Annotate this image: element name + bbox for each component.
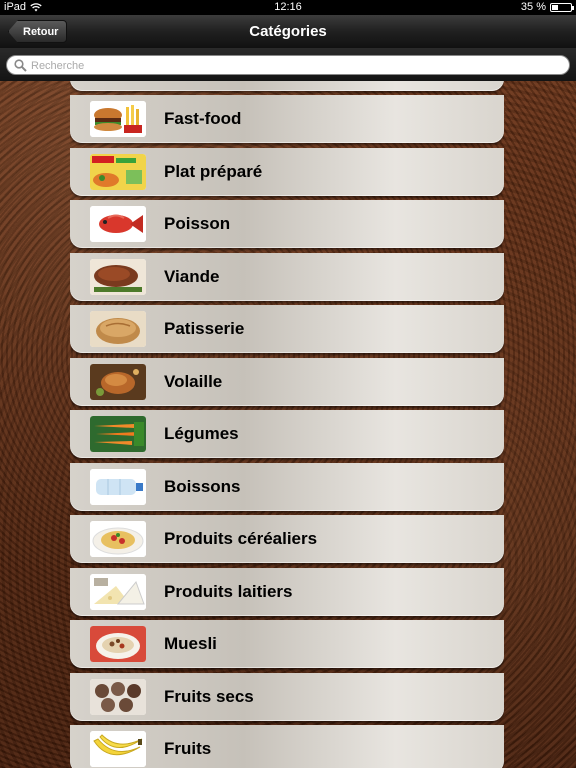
category-row[interactable]: Volaille xyxy=(70,357,504,406)
category-label: Produits laitiers xyxy=(164,581,293,601)
category-label: Boissons xyxy=(164,476,241,496)
category-label: Plat préparé xyxy=(164,161,263,181)
category-label: Produits céréaliers xyxy=(164,529,318,548)
category-label: Poisson xyxy=(164,214,231,233)
nuts-icon xyxy=(90,678,146,715)
category-list: Fast-food Plat préparé Poisson Viande Patiss… xyxy=(70,81,504,768)
category-row[interactable]: Fruits xyxy=(70,725,504,768)
category-row[interactable]: Plat préparé xyxy=(70,147,504,196)
category-row[interactable]: Fruits secs xyxy=(70,672,504,721)
navigation-bar: Catégories Retour xyxy=(0,15,576,49)
category-row[interactable]: Poisson xyxy=(70,200,504,248)
category-label: Viande xyxy=(164,266,220,286)
meat-icon xyxy=(90,258,146,295)
bread-icon xyxy=(90,311,146,347)
ready-meal-icon xyxy=(90,153,146,190)
pasta-icon xyxy=(90,521,146,557)
water-bottle-icon xyxy=(90,468,146,505)
list-item[interactable] xyxy=(70,81,504,91)
search-icon xyxy=(14,59,27,72)
muesli-icon xyxy=(90,626,146,662)
back-button[interactable]: Retour xyxy=(8,20,68,43)
category-row[interactable]: Boissons xyxy=(70,462,504,511)
category-row[interactable]: Produits céréaliers xyxy=(70,515,504,563)
category-row[interactable]: Patisserie xyxy=(70,305,504,353)
carrots-icon xyxy=(90,416,146,452)
category-label: Légumes xyxy=(164,424,239,443)
page-title: Catégories xyxy=(249,23,327,40)
status-bar: iPad 12:16 35 % xyxy=(0,0,576,15)
search-input[interactable] xyxy=(29,57,553,75)
category-label: Muesli xyxy=(164,634,217,653)
poultry-icon xyxy=(90,363,146,400)
category-row[interactable]: Muesli xyxy=(70,620,504,668)
category-label: Patisserie xyxy=(164,319,245,338)
category-label: Volaille xyxy=(164,371,223,391)
cheese-icon xyxy=(90,573,146,610)
fish-icon xyxy=(90,206,146,242)
category-label: Fast-food xyxy=(164,109,242,128)
search-bar xyxy=(0,48,576,81)
category-row[interactable]: Viande xyxy=(70,252,504,301)
battery-icon xyxy=(550,3,574,12)
clock: 12:16 xyxy=(274,1,302,13)
search-field[interactable] xyxy=(6,55,570,75)
category-label: Fruits xyxy=(164,739,212,758)
category-row[interactable]: Produits laitiers xyxy=(70,567,504,616)
category-row[interactable]: Fast-food xyxy=(70,95,504,143)
fastfood-icon xyxy=(90,101,146,137)
banana-icon xyxy=(90,731,146,767)
battery-percent: 35 % xyxy=(520,1,546,13)
category-label: Fruits secs xyxy=(164,686,254,706)
category-row[interactable]: Légumes xyxy=(70,410,504,458)
